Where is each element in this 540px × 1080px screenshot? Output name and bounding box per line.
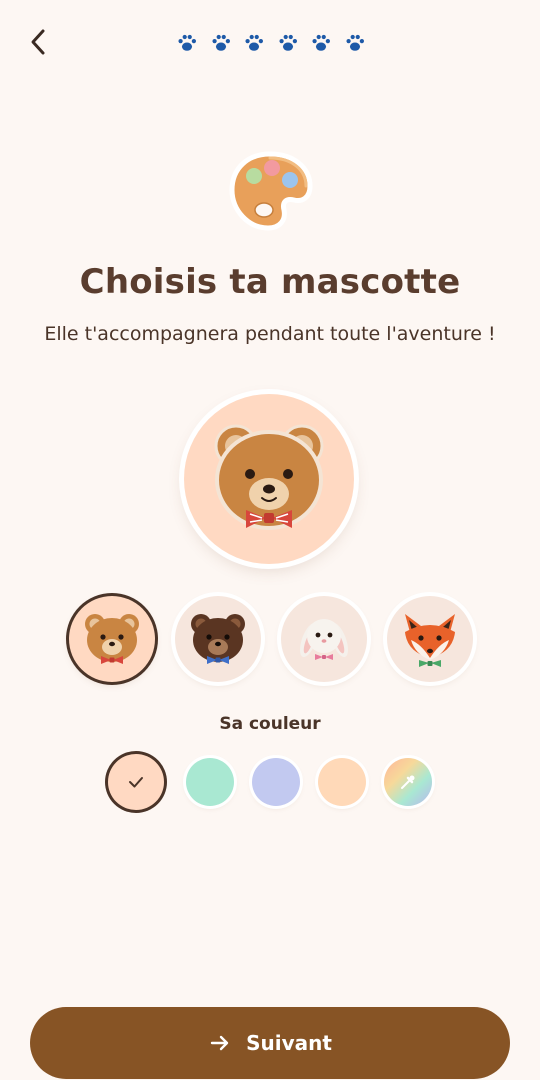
paw-icon xyxy=(243,32,265,54)
mascot-preview xyxy=(184,394,354,564)
color-swatch-peach[interactable] xyxy=(108,754,164,810)
chevron-left-icon xyxy=(31,29,45,55)
color-swatch-apricot[interactable] xyxy=(318,758,366,806)
check-icon xyxy=(129,777,143,788)
fox-icon xyxy=(405,614,455,667)
paw-icon xyxy=(310,32,332,54)
mascot-list xyxy=(66,596,476,688)
bunny-icon xyxy=(299,619,349,660)
mascot-option-bear-light[interactable] xyxy=(69,596,155,682)
paw-icon xyxy=(344,32,366,54)
paw-icon xyxy=(277,32,299,54)
bear-light-icon xyxy=(85,614,139,664)
mascot-option-bear-dark[interactable] xyxy=(175,596,261,682)
progress-paws xyxy=(176,30,366,56)
color-section-label: Sa couleur xyxy=(219,714,321,734)
color-swatch-mint[interactable] xyxy=(186,758,234,806)
top-bar xyxy=(0,0,540,90)
palette-icon xyxy=(229,151,313,231)
custom-color-picker[interactable] xyxy=(384,758,432,806)
back-button[interactable] xyxy=(22,26,54,58)
paw-icon xyxy=(176,32,198,54)
next-button-label: Suivant xyxy=(246,1031,332,1055)
mascot-option-bunny[interactable] xyxy=(281,596,367,682)
mascot-option-fox[interactable] xyxy=(387,596,473,682)
color-swatch-lavender[interactable] xyxy=(252,758,300,806)
bear-dark-icon xyxy=(191,614,245,664)
eyedropper-icon xyxy=(401,775,415,789)
page-subtitle: Elle t'accompagnera pendant toute l'aven… xyxy=(44,323,496,345)
next-button[interactable]: Suivant xyxy=(30,1007,510,1079)
color-swatches xyxy=(108,754,434,810)
bear-light-icon xyxy=(214,424,324,530)
page-title: Choisis ta mascotte xyxy=(79,262,461,302)
arrow-right-icon xyxy=(210,1035,229,1051)
paw-icon xyxy=(210,32,232,54)
